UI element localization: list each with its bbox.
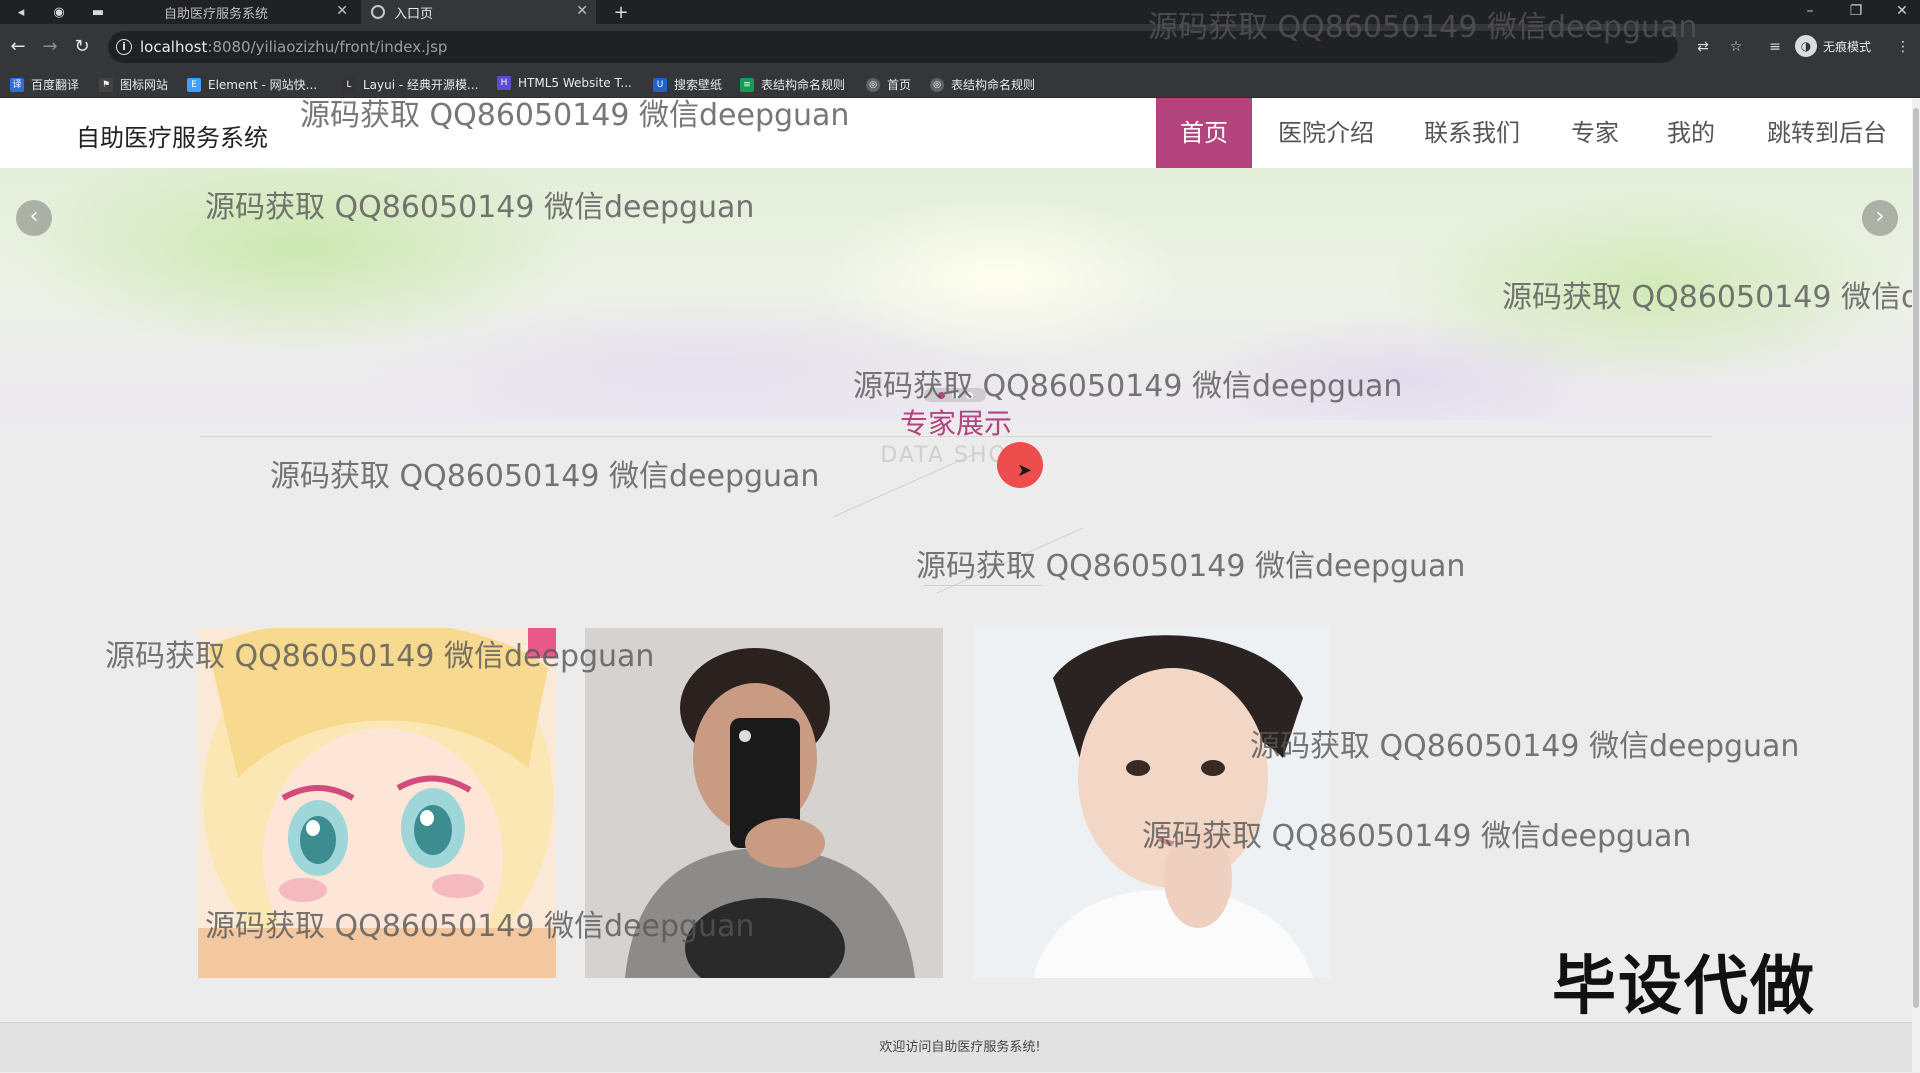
nav-contact[interactable]: 联系我们 [1412,98,1532,168]
bookmark-item[interactable]: 译百度翻译 [10,76,79,93]
window-close-icon[interactable]: ✕ [1880,0,1920,24]
overlay-text: 毕设代做 [1552,950,1816,1024]
nav-admin[interactable]: 跳转到后台 [1752,98,1902,168]
nav-experts[interactable]: 专家 [1560,98,1630,168]
watermark-text: 源码获取 QQ86050149 微信deepguan [1142,819,1692,854]
expert-card[interactable] [973,628,1331,978]
site-brand[interactable]: 自助医疗服务系统 [76,118,268,153]
bookmark-label: 首页 [887,78,912,92]
menu-icon[interactable]: ⋮ [1892,36,1914,58]
tab-label: 自助医疗服务系统 [164,6,269,22]
globe-icon[interactable]: ◉ [50,3,68,21]
element-icon: E [187,77,201,92]
footer-text: 欢迎访问自助医疗服务系统! [879,1040,1041,1055]
url-host: localhost [140,38,208,56]
bookmark-item[interactable]: E Element - 网站快... [187,76,317,93]
html5-icon: H [497,76,511,90]
watermark-text: 源码获取 QQ86050149 微信deepguan [205,190,755,225]
site-header: 自助医疗服务系统 首页 医院介绍 联系我们 专家 我的 跳转到后台 [0,98,1920,168]
audio-icon[interactable]: ◂ [12,3,30,21]
new-tab-button[interactable]: + [612,2,630,23]
section-title: 专家展示 [899,407,1012,440]
tab-entry[interactable]: 入口页 ✕ [361,0,596,24]
mouse-cursor: ➤ [997,442,1043,488]
bookmark-label: 百度翻译 [31,78,80,92]
nav-mine[interactable]: 我的 [1656,98,1726,168]
carousel-prev-button[interactable]: ‹ [16,200,52,236]
site-info-icon[interactable]: i [116,39,132,55]
scrollbar-thumb[interactable] [1913,108,1919,1008]
globe-icon: ◎ [866,77,880,92]
watermark-text: 源码获取 QQ86050149 微信deepguan [300,98,850,133]
url-text[interactable]: localhost:8080/yiliaozizhu/front/index.j… [140,38,447,56]
minimize-icon[interactable]: – [1788,0,1832,24]
watermark-text: 源码获取 QQ86050149 微信deepguan [1148,10,1698,45]
cursor-arrow-icon: ➤ [1017,460,1033,481]
page-scrollbar[interactable] [1912,98,1920,1072]
flag-icon: ⚑ [99,77,113,92]
reload-icon[interactable]: ↻ [70,35,94,59]
profile-label: 无痕模式 [1823,39,1872,54]
restore-icon[interactable]: ❐ [1834,0,1878,24]
tab-label: 入口页 [394,6,434,22]
young-man-portrait [973,628,1331,978]
incognito-icon: ◑ [1795,35,1817,57]
globe-icon: ◎ [930,77,944,92]
bookmark-item[interactable]: H HTML5 Website T... [497,76,632,90]
close-icon[interactable]: ✕ [336,3,348,19]
forward-icon[interactable]: → [38,35,62,59]
watermark-text: 源码获取 QQ86050149 微信deepguan [916,549,1466,584]
bookmark-item[interactable]: ⚑ 图标网站 [99,76,168,93]
watermark-text: 源码获取 QQ86050149 微信deepguan [270,459,820,494]
deco-line [924,585,1042,586]
site-footer: 欢迎访问自助医疗服务系统! [0,1022,1920,1072]
profile-button[interactable]: ◑ 无痕模式 [1795,35,1871,57]
tab-system[interactable]: 自助医疗服务系统 ✕ [128,0,356,24]
bookmark-item[interactable]: ◎ 首页 [866,76,911,93]
watermark-text: 源码获取 QQ86050149 微信deepguan [853,369,1403,404]
bookmarks-bar: 译百度翻译 ⚑ 图标网站 E Element - 网站快... L Layui - 经… [0,70,1920,98]
translate-icon: 译 [10,77,24,92]
window-icon[interactable]: ▬ [89,3,107,21]
watermark-text: 源码获取 QQ86050149 微信deepguan [1250,729,1800,764]
bookmark-label: 表结构命名规则 [951,78,1036,92]
bookmark-label: 图标网站 [120,78,169,92]
back-icon[interactable]: ← [6,35,30,59]
carousel-next-button[interactable]: › [1862,200,1898,236]
bookmark-label: HTML5 Website T... [518,76,632,90]
watermark-text: 源码获取 QQ86050149 微信deepguan [205,909,755,944]
reading-list-icon[interactable]: ≡ [1764,36,1786,58]
globe-icon [371,5,385,19]
watermark-text: 源码获取 QQ86050149 微信deepguan [1502,280,1912,315]
close-icon[interactable]: ✕ [576,3,588,19]
nav-hospital-intro[interactable]: 医院介绍 [1266,98,1386,168]
watermark-text: 源码获取 QQ86050149 微信deepguan [105,639,655,674]
bookmark-star-icon[interactable]: ☆ [1725,36,1747,58]
bookmark-item[interactable]: ◎ 表结构命名规则 [930,76,1035,93]
nav-home[interactable]: 首页 [1156,98,1252,168]
url-path: :8080/yiliaozizhu/front/index.jsp [207,38,448,56]
